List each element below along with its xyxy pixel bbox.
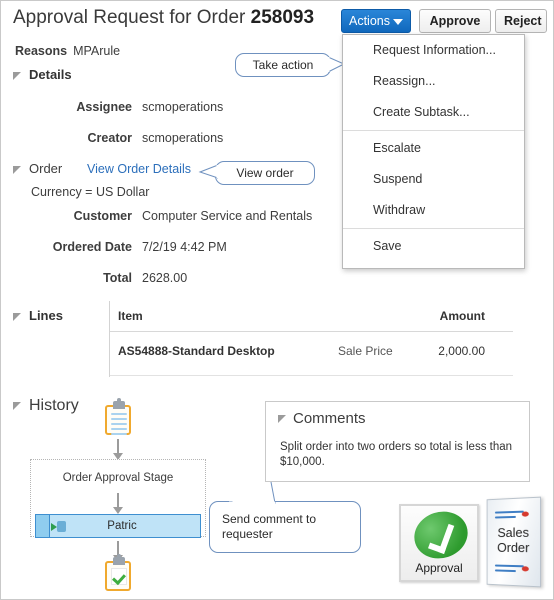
green-check-disc-icon [408, 504, 474, 566]
menu-item-suspend[interactable]: Suspend [343, 164, 524, 195]
actions-button[interactable]: Actions [341, 9, 411, 33]
table-row[interactable]: AS54888-Standard Desktop Sale Price 2,00… [110, 332, 513, 376]
callout-view-order-tail [198, 164, 219, 179]
reject-button[interactable]: Reject [495, 9, 547, 33]
creator-row: Creator scmoperations [1, 131, 224, 145]
reasons-label: Reasons [15, 44, 68, 58]
clipboard-approved-icon [105, 554, 131, 591]
currency-row: Currency = US Dollar [31, 185, 150, 199]
actions-dropdown-menu[interactable]: Request Information... Reassign... Creat… [342, 34, 525, 269]
ordered-date-row: Ordered Date 7/2/19 4:42 PM [1, 240, 227, 254]
callout-take-action: Take action [235, 53, 331, 77]
lines-table: Item Amount AS54888-Standard Desktop Sal… [109, 301, 513, 377]
creator-label: Creator [87, 131, 132, 145]
menu-divider [343, 228, 524, 229]
ordered-date-label: Ordered Date [52, 240, 132, 254]
disclosure-triangle-icon[interactable] [278, 415, 286, 424]
cell-item: AS54888-Standard Desktop [118, 344, 275, 358]
page-header: Approval Request for Order 258093 Action… [1, 1, 553, 37]
ordered-date-value: 7/2/19 4:42 PM [142, 240, 227, 254]
order-number: 258093 [250, 7, 315, 28]
approval-label: Approval [415, 561, 463, 575]
check-mark-icon [111, 568, 127, 585]
details-section-header[interactable]: Details [13, 67, 72, 82]
participant-handle[interactable] [36, 515, 50, 537]
column-header-amount: Amount [439, 309, 485, 323]
menu-item-save[interactable]: Save [343, 231, 524, 262]
stage-label: Order Approval Stage [62, 472, 174, 484]
menu-item-escalate[interactable]: Escalate [343, 133, 524, 164]
participant-row-patric[interactable]: Patric [35, 514, 201, 538]
sales-order-label-line1: Sales [497, 524, 530, 541]
creator-value: scmoperations [142, 131, 224, 145]
clipboard-clip [113, 401, 125, 409]
lines-section-header[interactable]: Lines [13, 308, 63, 323]
total-label: Total [103, 271, 132, 285]
sales-order-label-line2: Order [497, 539, 530, 556]
reasons-row: Reasons MPArule [15, 44, 120, 58]
disclosure-triangle-icon[interactable] [13, 71, 21, 80]
approval-flow-diagram: Order Approval Stage Patric [25, 398, 206, 594]
disclosure-triangle-icon[interactable] [13, 401, 21, 410]
lines-section-title: Lines [29, 308, 63, 323]
total-value: 2628.00 [142, 271, 188, 285]
assignee-row: Assignee scmoperations [1, 100, 223, 114]
customer-value: Computer Service and Rentals [142, 209, 313, 223]
total-row: Total 2628.00 [1, 271, 187, 285]
disclosure-triangle-icon[interactable] [13, 165, 21, 174]
menu-item-create-subtask[interactable]: Create Subtask... [343, 97, 524, 128]
customer-label: Customer [73, 209, 132, 223]
comments-section-title: Comments [293, 410, 366, 427]
chevron-down-icon [393, 19, 403, 25]
approval-stamp-icon: Approval [399, 504, 479, 582]
details-section-title: Details [29, 67, 72, 82]
menu-item-request-information[interactable]: Request Information... [343, 35, 524, 66]
approval-request-page: Approval Request for Order 258093 Action… [0, 0, 554, 600]
callout-send-comment-tail [229, 481, 276, 505]
actions-button-label: Actions [349, 14, 390, 28]
comments-section-header[interactable]: Comments [278, 410, 366, 427]
disclosure-triangle-icon[interactable] [13, 312, 21, 321]
menu-item-reassign[interactable]: Reassign... [343, 66, 524, 97]
assignee-person-icon [50, 515, 72, 537]
comments-body-text: Split order into two orders so total is … [280, 441, 513, 468]
order-section-title: Order [29, 161, 63, 176]
participant-name: Patric [107, 520, 137, 532]
menu-item-withdraw[interactable]: Withdraw [343, 195, 524, 226]
assignee-value: scmoperations [142, 100, 224, 114]
reasons-value: MPArule [73, 44, 121, 58]
order-section-header[interactable]: Order [13, 161, 62, 176]
approve-button[interactable]: Approve [419, 9, 491, 33]
menu-divider [343, 130, 524, 131]
comments-panel: Comments Split order into two orders so … [265, 401, 530, 482]
sales-order-document-icon: Sales Order [486, 496, 542, 588]
assignee-label: Assignee [76, 100, 132, 114]
sales-order-label: Sales Order [488, 524, 540, 556]
flow-arrow-down [113, 493, 123, 514]
cell-price-type: Sale Price [338, 344, 393, 358]
page-title-prefix: Approval Request for Order [13, 7, 251, 28]
callout-view-order: View order [215, 161, 315, 185]
clipboard-clip [113, 557, 125, 565]
callout-send-comment: Send comment to requester [209, 501, 361, 553]
table-header-row: Item Amount [110, 301, 513, 332]
page-title: Approval Request for Order 258093 [13, 7, 314, 29]
flow-arrow-down [113, 439, 123, 460]
cell-amount: 2,000.00 [438, 344, 485, 358]
flow-arrow-down [113, 541, 123, 562]
view-order-details-link[interactable]: View Order Details [87, 162, 191, 176]
clipboard-lines [111, 413, 127, 438]
clipboard-start-icon [105, 398, 131, 438]
customer-row: Customer Computer Service and Rentals [1, 209, 313, 223]
column-header-item: Item [118, 309, 143, 323]
